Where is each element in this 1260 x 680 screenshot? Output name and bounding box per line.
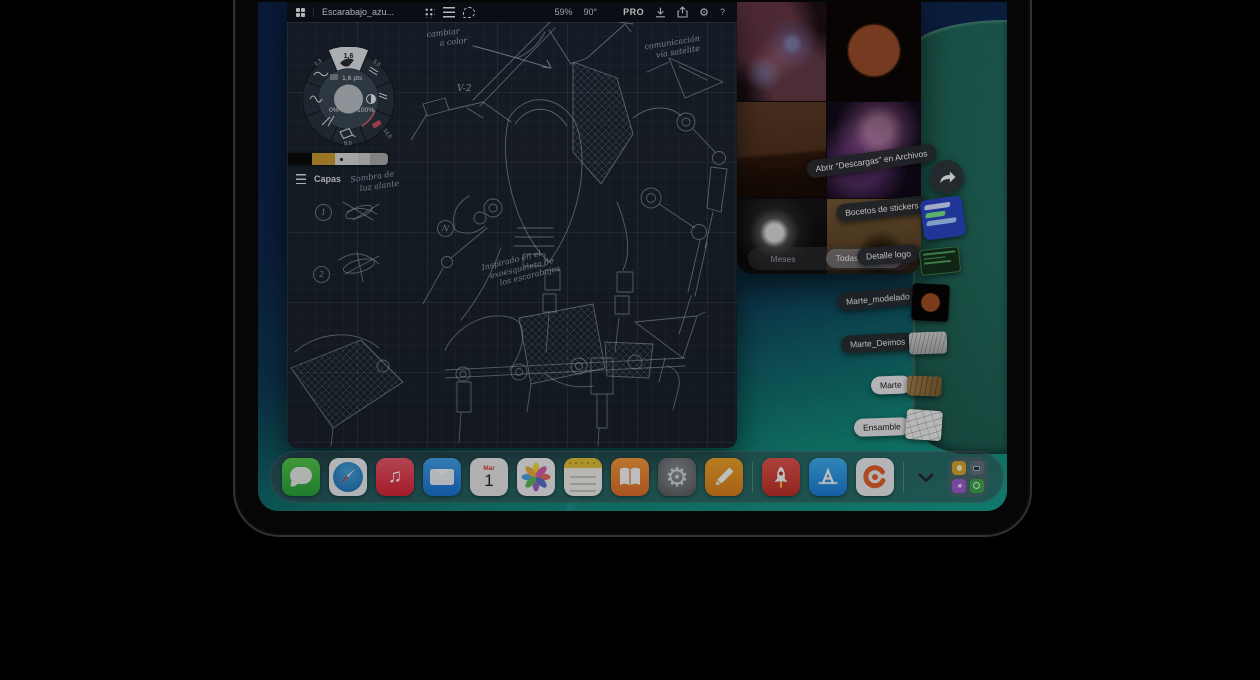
ipad-screen: Escarabajo_azu... 59% 90° PRO bbox=[258, 2, 1007, 511]
brown-sketch-thumb[interactable] bbox=[907, 375, 943, 396]
gears-icon: ⚙ bbox=[665, 462, 688, 493]
rocket-icon bbox=[768, 464, 794, 490]
settings-app-icon[interactable]: ⚙ bbox=[658, 458, 696, 496]
open-book-icon bbox=[618, 466, 642, 488]
speech-bubble-icon bbox=[290, 467, 312, 484]
music-app-icon[interactable]: ♫ bbox=[376, 458, 414, 496]
pen-icon bbox=[711, 464, 737, 490]
drag-item-label: Marte_modelado bbox=[836, 286, 919, 311]
green-circuit-sticker-thumb[interactable] bbox=[919, 246, 961, 276]
dock-chevron-button[interactable] bbox=[913, 458, 939, 496]
dock-divider bbox=[752, 462, 753, 492]
drag-item-label: Detalle logo bbox=[856, 244, 920, 266]
messages-app-icon[interactable] bbox=[282, 458, 320, 496]
page-background: Escarabajo_azu... 59% 90° PRO bbox=[0, 0, 1260, 680]
envelope-icon bbox=[430, 469, 454, 486]
app-store-app-icon[interactable] bbox=[809, 458, 847, 496]
safari-app-icon[interactable] bbox=[329, 458, 367, 496]
app-library-icon[interactable]: ★ bbox=[948, 457, 988, 497]
white-sketch-thumb[interactable] bbox=[905, 409, 943, 441]
notes-app-icon[interactable] bbox=[564, 458, 602, 496]
photos-flower-icon bbox=[521, 462, 551, 492]
rocket-app-icon[interactable] bbox=[762, 458, 800, 496]
c-app-icon[interactable] bbox=[856, 458, 894, 496]
forward-arrow-icon bbox=[938, 169, 957, 185]
appstore-a-icon bbox=[815, 464, 841, 490]
photos-app-icon[interactable] bbox=[517, 458, 555, 496]
drag-item-label: Ensamble bbox=[854, 417, 910, 437]
drag-item-label: Marte_Deimos bbox=[841, 332, 915, 354]
mail-app-icon[interactable] bbox=[423, 458, 461, 496]
camera-mini-icon bbox=[970, 461, 984, 475]
drag-drop-layer: Abrir “Descargas” en Archivos Bocetos de… bbox=[258, 2, 1007, 511]
star-mini-icon: ★ bbox=[952, 479, 966, 493]
chevron-down-icon bbox=[918, 473, 934, 482]
fitness-mini-icon bbox=[970, 479, 984, 493]
c-swirl-icon bbox=[861, 463, 889, 491]
forward-arrow-button[interactable] bbox=[930, 160, 964, 194]
drag-item-label: Marte bbox=[871, 375, 911, 394]
compass-icon bbox=[333, 462, 363, 492]
sketch-pen-app-icon[interactable] bbox=[705, 458, 743, 496]
drag-item-label: Bocetos de stickers bbox=[835, 195, 928, 222]
gray-sketch-thumb[interactable] bbox=[909, 331, 948, 354]
blue-space-sticker-thumb[interactable] bbox=[919, 195, 966, 240]
calendar-day: 1 bbox=[484, 472, 493, 489]
tips-mini-icon bbox=[952, 461, 966, 475]
dock: ♫ Mar 1 bbox=[270, 451, 1004, 503]
calendar-app-icon[interactable]: Mar 1 bbox=[470, 458, 508, 496]
books-app-icon[interactable] bbox=[611, 458, 649, 496]
drag-hint-label: Abrir “Descargas” en Archivos bbox=[805, 143, 937, 179]
dock-divider bbox=[903, 462, 904, 492]
notes-header bbox=[564, 458, 602, 468]
music-note-icon: ♫ bbox=[388, 466, 402, 488]
mars-render-thumb[interactable] bbox=[911, 283, 950, 322]
ipad-device: Escarabajo_azu... 59% 90° PRO bbox=[233, 0, 1032, 537]
